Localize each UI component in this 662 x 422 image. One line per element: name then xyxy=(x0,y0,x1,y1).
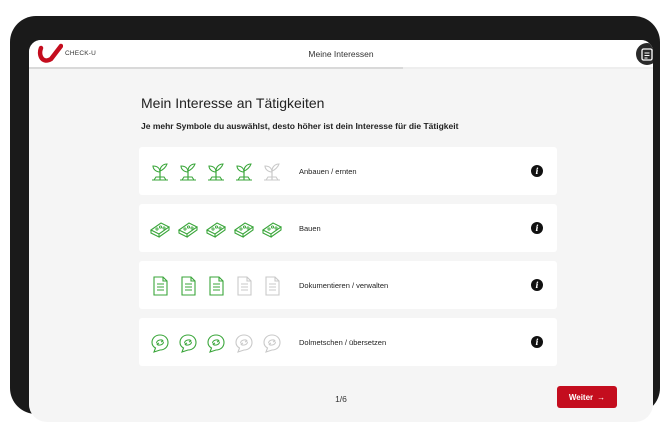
sprout-icon[interactable] xyxy=(261,161,289,181)
rating-icons xyxy=(149,161,289,183)
info-icon[interactable]: i xyxy=(531,336,543,348)
tablet-frame: CHECK-U Meine Interessen Mein Interesse … xyxy=(10,16,660,422)
page-title: Meine Interessen xyxy=(308,49,374,59)
speech-bubble-icon[interactable] xyxy=(205,332,233,353)
speech-bubble-icon[interactable] xyxy=(149,332,177,353)
activity-label: Dolmetschen / übersetzen xyxy=(299,338,387,347)
next-button[interactable]: Weiter → xyxy=(557,386,617,408)
rating-icons xyxy=(149,218,289,240)
brick-icon[interactable] xyxy=(149,218,177,238)
activity-card: Dolmetschen / übersetzen i xyxy=(139,318,557,366)
rating-icons xyxy=(149,275,289,297)
activity-label: Dokumentieren / verwalten xyxy=(299,281,389,290)
arrow-right-icon: → xyxy=(597,392,606,402)
menu-button[interactable] xyxy=(636,43,653,65)
activity-card: Anbauen / ernten i xyxy=(139,147,557,195)
app-screen: CHECK-U Meine Interessen Mein Interesse … xyxy=(29,40,653,422)
section-heading: Mein Interesse an Tätigkeiten xyxy=(141,95,325,111)
document-icon[interactable] xyxy=(233,275,261,296)
brick-icon[interactable] xyxy=(261,218,289,238)
top-bar: CHECK-U Meine Interessen xyxy=(29,40,653,69)
speech-bubble-icon[interactable] xyxy=(233,332,261,353)
info-icon[interactable]: i xyxy=(531,222,543,234)
sprout-icon[interactable] xyxy=(177,161,205,181)
sprout-icon[interactable] xyxy=(205,161,233,181)
section-instructions: Je mehr Symbole du auswählst, desto höhe… xyxy=(141,121,459,131)
document-icon[interactable] xyxy=(261,275,289,296)
brick-icon[interactable] xyxy=(177,218,205,238)
activity-label: Anbauen / ernten xyxy=(299,167,357,176)
speech-bubble-icon[interactable] xyxy=(261,332,289,353)
activity-card: Dokumentieren / verwalten i xyxy=(139,261,557,309)
document-icon[interactable] xyxy=(149,275,177,296)
sprout-icon[interactable] xyxy=(233,161,261,181)
brick-icon[interactable] xyxy=(205,218,233,238)
rating-icons xyxy=(149,332,289,354)
info-icon[interactable]: i xyxy=(531,279,543,291)
document-icon[interactable] xyxy=(177,275,205,296)
info-icon[interactable]: i xyxy=(531,165,543,177)
main-content: Mein Interesse an Tätigkeiten Je mehr Sy… xyxy=(29,69,653,422)
activity-card: Bauen i xyxy=(139,204,557,252)
sprout-icon[interactable] xyxy=(149,161,177,181)
next-button-label: Weiter xyxy=(568,392,594,402)
activity-label: Bauen xyxy=(299,224,321,233)
document-icon[interactable] xyxy=(205,275,233,296)
brick-icon[interactable] xyxy=(233,218,261,238)
speech-bubble-icon[interactable] xyxy=(177,332,205,353)
menu-icon xyxy=(641,48,653,61)
